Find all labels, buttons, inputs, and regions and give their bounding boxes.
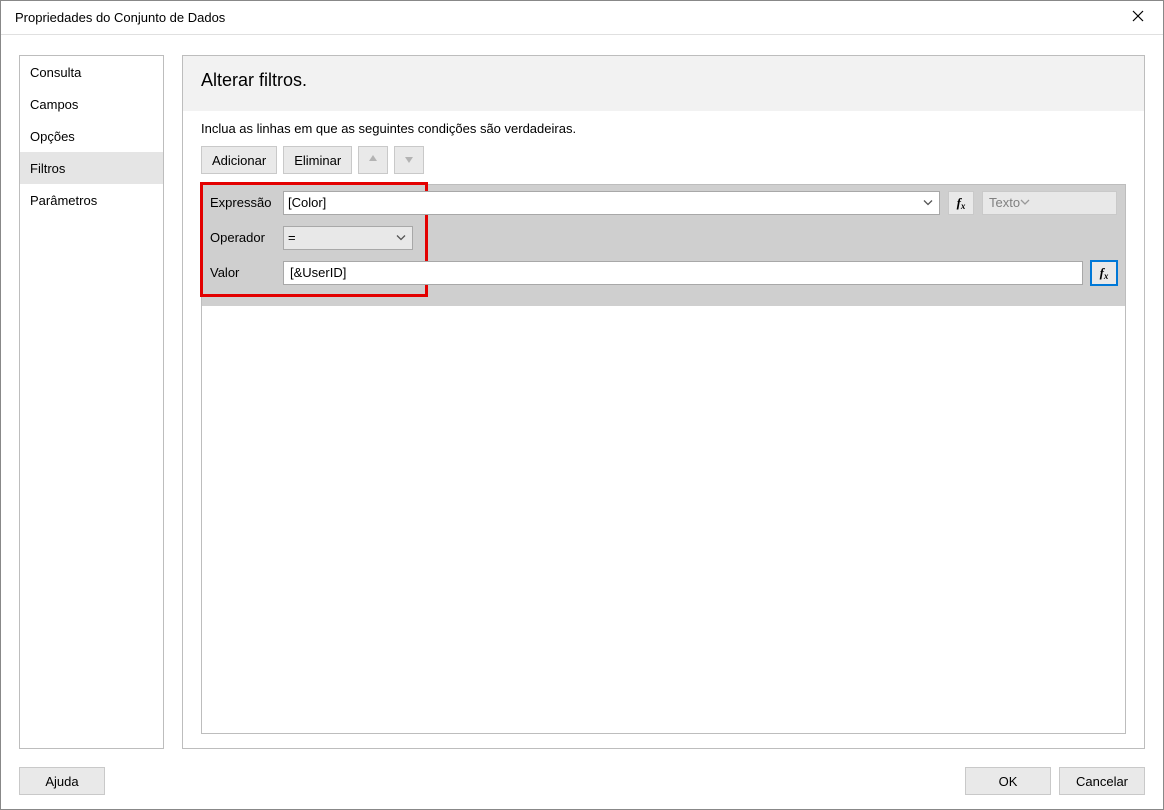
close-icon	[1132, 10, 1144, 25]
dialog-body: Consulta Campos Opções Filtros Parâmetro…	[1, 35, 1163, 753]
row-spacer	[202, 290, 1125, 306]
grid-empty-area	[202, 306, 1125, 733]
value-fx-button[interactable]: fx	[1091, 261, 1117, 285]
operator-row: Operador =	[202, 220, 1125, 255]
chevron-down-icon	[1020, 195, 1030, 210]
ok-button[interactable]: OK	[965, 767, 1051, 795]
sidebar-item-label: Opções	[30, 129, 75, 144]
arrow-up-icon	[367, 153, 379, 168]
value-input[interactable]	[283, 261, 1083, 285]
fx-icon: fx	[957, 195, 966, 211]
value-row: Valor fx	[202, 255, 1125, 290]
delete-button[interactable]: Eliminar	[283, 146, 352, 174]
chevron-down-icon	[396, 230, 406, 245]
expression-fx-button[interactable]: fx	[948, 191, 974, 215]
expression-label: Expressão	[210, 195, 275, 210]
title-bar: Propriedades do Conjunto de Dados	[1, 1, 1163, 35]
instruction-text: Inclua as linhas em que as seguintes con…	[201, 121, 1126, 136]
content-panel: Alterar filtros. Inclua as linhas em que…	[182, 55, 1145, 749]
expression-value: [Color]	[288, 195, 326, 210]
expression-input[interactable]: [Color]	[283, 191, 940, 215]
sidebar-item-label: Consulta	[30, 65, 81, 80]
chevron-down-icon	[923, 195, 933, 210]
dialog-window: Propriedades do Conjunto de Dados Consul…	[0, 0, 1164, 810]
move-up-button[interactable]	[358, 146, 388, 174]
type-select-value: Texto	[989, 195, 1020, 210]
sidebar-item-filtros[interactable]: Filtros	[20, 152, 163, 184]
sidebar-item-label: Campos	[30, 97, 78, 112]
close-button[interactable]	[1123, 3, 1153, 33]
content-body: Inclua as linhas em que as seguintes con…	[183, 111, 1144, 748]
help-button-label: Ajuda	[45, 774, 78, 789]
cancel-button-label: Cancelar	[1076, 774, 1128, 789]
value-input-field[interactable]	[288, 264, 1078, 281]
arrow-down-icon	[403, 153, 415, 168]
cancel-button[interactable]: Cancelar	[1059, 767, 1145, 795]
filter-row: Expressão [Color] fx Texto	[202, 185, 1125, 306]
ok-button-label: OK	[999, 774, 1018, 789]
type-select[interactable]: Texto	[982, 191, 1117, 215]
window-title: Propriedades do Conjunto de Dados	[15, 10, 225, 25]
add-button-label: Adicionar	[212, 153, 266, 168]
operator-select[interactable]: =	[283, 226, 413, 250]
sidebar-item-consulta[interactable]: Consulta	[20, 56, 163, 88]
filter-toolbar: Adicionar Eliminar	[201, 146, 1126, 174]
filters-grid: Expressão [Color] fx Texto	[201, 184, 1126, 734]
sidebar-item-label: Parâmetros	[30, 193, 97, 208]
dialog-footer: Ajuda OK Cancelar	[1, 753, 1163, 809]
sidebar-item-label: Filtros	[30, 161, 65, 176]
sidebar-item-opcoes[interactable]: Opções	[20, 120, 163, 152]
value-label: Valor	[210, 265, 275, 280]
operator-value: =	[288, 230, 296, 245]
help-button[interactable]: Ajuda	[19, 767, 105, 795]
sidebar-item-parametros[interactable]: Parâmetros	[20, 184, 163, 216]
add-button[interactable]: Adicionar	[201, 146, 277, 174]
sidebar-item-campos[interactable]: Campos	[20, 88, 163, 120]
move-down-button[interactable]	[394, 146, 424, 174]
delete-button-label: Eliminar	[294, 153, 341, 168]
expression-row: Expressão [Color] fx Texto	[202, 185, 1125, 220]
operator-label: Operador	[210, 230, 275, 245]
sidebar: Consulta Campos Opções Filtros Parâmetro…	[19, 55, 164, 749]
footer-right: OK Cancelar	[965, 767, 1145, 795]
fx-icon: fx	[1100, 265, 1109, 281]
content-heading: Alterar filtros.	[183, 56, 1144, 111]
